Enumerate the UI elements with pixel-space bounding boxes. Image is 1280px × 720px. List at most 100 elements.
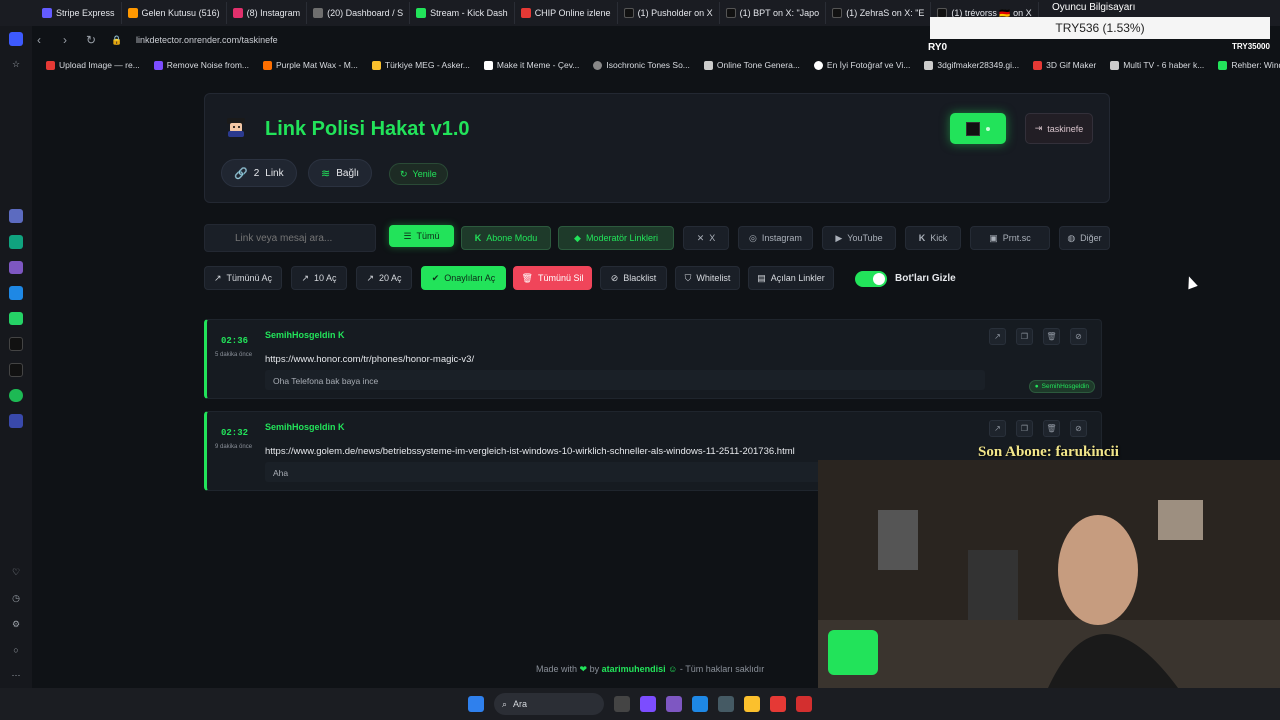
windows-start-icon[interactable] <box>468 696 484 712</box>
open-10-button[interactable]: ↗ 10 Aç <box>291 266 347 290</box>
bookmark-meme[interactable]: Make it Meme - Çev... <box>478 60 586 70</box>
bookmark-multi-tv[interactable]: Multi TV - 6 haber k... <box>1104 60 1210 70</box>
aria-icon[interactable] <box>9 209 23 223</box>
kick-account-button[interactable] <box>950 113 1006 144</box>
copy-icon[interactable]: ❐ <box>1016 328 1033 345</box>
filter-other[interactable]: ◍ Diğer <box>1059 226 1110 250</box>
whitelist-button[interactable]: ⛉ Whitelist <box>675 266 740 290</box>
connection-status: Bağlı <box>336 167 360 179</box>
open-20-button[interactable]: ↗ 20 Aç <box>356 266 412 290</box>
bookmark-purple-mat[interactable]: Purple Mat Wax - M... <box>257 60 364 70</box>
open-link-icon[interactable]: ↗ <box>989 328 1006 345</box>
player-icon[interactable] <box>9 414 23 428</box>
tab-chip[interactable]: CHIP Online izlene <box>515 2 618 24</box>
delete-all-button[interactable]: 🗑 Tümünü Sil <box>513 266 592 290</box>
trash-icon[interactable]: 🗑 <box>1043 420 1060 437</box>
filter-youtube[interactable]: ▶ YouTube <box>822 226 896 250</box>
bookmark-label: Türkiye MEG - Asker... <box>384 60 470 70</box>
ban-icon[interactable]: ⊘ <box>1070 328 1087 345</box>
heart-icon[interactable]: ♡ <box>9 566 23 580</box>
bookmark-upload-image[interactable]: Upload Image — re... <box>40 60 146 70</box>
lightbulb-icon[interactable]: ○ <box>9 643 23 657</box>
refresh-button[interactable]: ↻ Yenile <box>389 163 448 185</box>
edge-icon[interactable] <box>692 696 708 712</box>
link-user[interactable]: SemihHosgeldin K <box>265 330 345 340</box>
bookmark-icon[interactable]: ☆ <box>9 58 23 72</box>
bookmark-3dgifmaker[interactable]: 3dgifmaker28349.gi... <box>918 60 1025 70</box>
chatgpt-icon[interactable] <box>9 234 23 249</box>
bookmark-meg[interactable]: Türkiye MEG - Asker... <box>366 60 476 70</box>
header-card: Link Polisi Hakat v1.0 🔗 2 Link ≋ Bağlı … <box>204 93 1110 203</box>
reload-icon[interactable]: ↻ <box>84 33 98 47</box>
tiktok-icon[interactable] <box>9 337 23 352</box>
opened-links-button[interactable]: ▤ Açılan Linkler <box>748 266 834 290</box>
trash-icon[interactable]: 🗑 <box>1043 328 1060 345</box>
tab-dashboard[interactable]: (20) Dashboard / S <box>307 2 411 24</box>
tab-instagram[interactable]: (8) Instagram <box>227 2 308 24</box>
crypto-icon[interactable] <box>9 260 23 275</box>
x-icon[interactable] <box>9 363 23 377</box>
bookmark-tone-generator[interactable]: Online Tone Genera... <box>698 60 806 70</box>
search-input[interactable] <box>204 224 376 252</box>
filter-moderator-links[interactable]: ◆ Moderatör Linkleri <box>558 226 674 250</box>
open-all-button[interactable]: ↗ Tümünü Aç <box>204 266 282 290</box>
tab-label: Gelen Kutusu (516) <box>141 8 220 18</box>
forward-icon[interactable]: › <box>58 33 72 47</box>
bookmark-isochronic[interactable]: Isochronic Tones So... <box>587 60 695 70</box>
tab-stripe[interactable]: Stripe Express <box>36 2 122 24</box>
bookmark-remove-noise[interactable]: Remove Noise from... <box>148 60 255 70</box>
link-url[interactable]: https://www.golem.de/news/betriebssystem… <box>265 446 795 457</box>
logout-label: taskinefe <box>1047 123 1084 134</box>
logout-button[interactable]: ⇥ taskinefe <box>1025 113 1093 144</box>
external-link-icon: ↗ <box>366 272 374 283</box>
history-icon[interactable]: ◷ <box>9 592 23 606</box>
player-label: Oyuncu Bilgisayarı <box>1052 2 1136 13</box>
x-icon <box>725 8 736 18</box>
tab-mail[interactable]: Gelen Kutusu (516) <box>122 2 227 24</box>
open-approved-button[interactable]: ✔ Onaylıları Aç <box>421 266 506 290</box>
bookmark-3d-gif-maker[interactable]: 3D Gif Maker <box>1027 60 1102 70</box>
filter-prntsc[interactable]: ▣ Prnt.sc <box>970 226 1050 250</box>
filter-all[interactable]: ☰ Tümü <box>389 225 454 247</box>
tab-x-bpt[interactable]: (1) BPT on X: "Japo <box>720 2 827 24</box>
ban-icon[interactable]: ⊘ <box>1070 420 1087 437</box>
bookmark-photo[interactable]: En İyi Fotoğraf ve Vi... <box>808 60 916 70</box>
back-icon[interactable]: ‹ <box>32 33 46 47</box>
link-url[interactable]: https://www.honor.com/tr/phones/honor-ma… <box>265 354 474 365</box>
open-link-icon[interactable]: ↗ <box>989 420 1006 437</box>
bookmark-label: Remove Noise from... <box>166 60 249 70</box>
tab-x-zehras[interactable]: (1) ZehraS on X: "E <box>826 2 932 24</box>
connection-status-pill: ≋ Bağlı <box>308 159 373 187</box>
tab-kick-dashboard[interactable]: Stream - Kick Dash <box>410 2 515 24</box>
bookmarks-bar: Upload Image — re... Remove Noise from..… <box>32 56 1280 74</box>
blacklist-button[interactable]: ⊘ Blacklist <box>600 266 667 290</box>
app-icon[interactable] <box>796 696 812 712</box>
home-icon[interactable] <box>9 32 23 46</box>
more-icon[interactable]: ⋯ <box>9 668 23 682</box>
filter-subscriber-mode[interactable]: K Abone Modu <box>461 226 551 250</box>
url-field[interactable]: linkdetector.onrender.com/taskinefe <box>136 35 278 45</box>
teams-icon[interactable] <box>666 696 682 712</box>
robot-icon: ☺ <box>668 664 678 674</box>
taskbar-search[interactable]: ⌕ Ara <box>494 693 604 715</box>
settings-icon[interactable]: ⚙ <box>9 617 23 631</box>
copilot-icon[interactable] <box>640 696 656 712</box>
filter-kick[interactable]: K Kick <box>905 226 961 250</box>
spotify-icon[interactable] <box>9 388 23 403</box>
tab-x-pusholder[interactable]: (1) Pusholder on X <box>618 2 720 24</box>
file-explorer-icon[interactable] <box>744 696 760 712</box>
opera-gx-icon[interactable] <box>770 696 786 712</box>
store-icon[interactable] <box>718 696 734 712</box>
messenger-icon[interactable] <box>9 286 23 300</box>
filter-instagram[interactable]: ◎ Instagram <box>738 226 813 250</box>
copy-icon[interactable]: ❐ <box>1016 420 1033 437</box>
filter-x[interactable]: ✕ X <box>683 226 729 250</box>
taskbar-search-label: Ara <box>513 699 528 709</box>
link-user[interactable]: SemihHosgeldin K <box>265 422 345 432</box>
footer-author[interactable]: atarimuhendisi <box>602 664 666 674</box>
filter-label: Kick <box>930 233 948 243</box>
bookmark-windows-guide[interactable]: Rehber: Windows 1... <box>1212 60 1280 70</box>
hide-bots-toggle[interactable] <box>855 271 887 287</box>
task-view-icon[interactable] <box>614 696 630 712</box>
whatsapp-icon[interactable] <box>9 311 23 326</box>
